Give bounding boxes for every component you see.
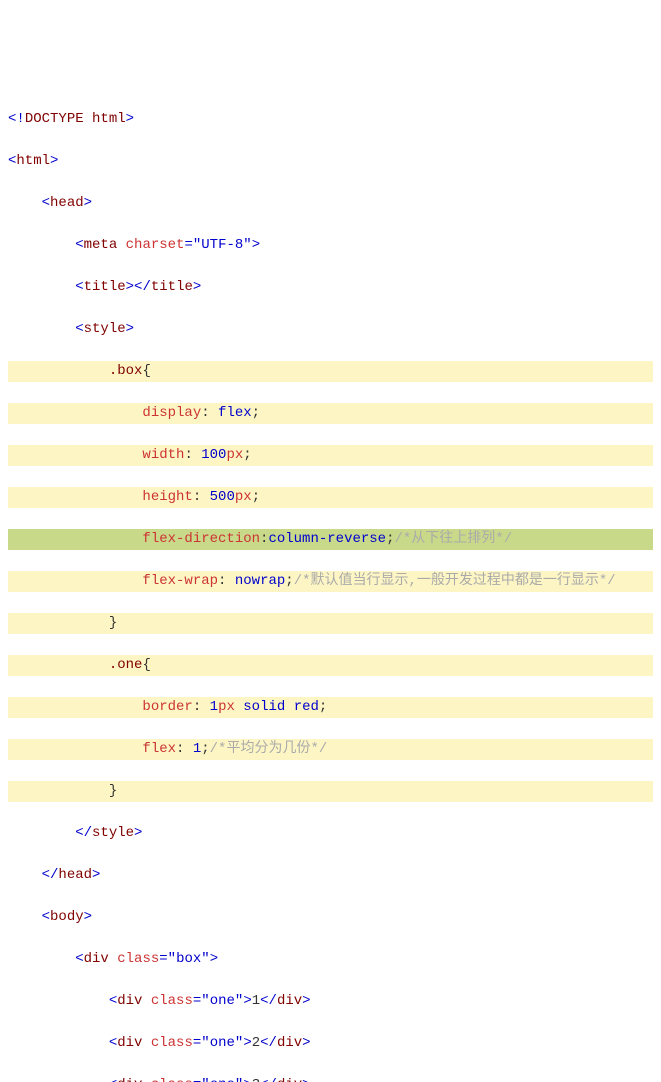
code-line: <div class="box"> — [8, 949, 653, 970]
code-line: <div class="one">1</div> — [8, 991, 653, 1012]
code-line: <head> — [8, 193, 653, 214]
code-line: <div class="one">2</div> — [8, 1033, 653, 1054]
code-line: height: 500px; — [8, 487, 653, 508]
code-line: display: flex; — [8, 403, 653, 424]
code-line: } — [8, 613, 653, 634]
code-line: .one{ — [8, 655, 653, 676]
code-line: border: 1px solid red; — [8, 697, 653, 718]
code-line: <style> — [8, 319, 653, 340]
code-line: .box{ — [8, 361, 653, 382]
code-line: <div class="one">3</div> — [8, 1075, 653, 1082]
code-line: flex: 1;/*平均分为几份*/ — [8, 739, 653, 760]
code-block: <!DOCTYPE html> <html> <head> <meta char… — [8, 88, 653, 1082]
code-line-highlight: flex-direction:column-reverse;/*从下往上排列*/ — [8, 529, 653, 550]
code-line: <!DOCTYPE html> — [8, 109, 653, 130]
code-line: <body> — [8, 907, 653, 928]
code-line: </style> — [8, 823, 653, 844]
code-line: <title></title> — [8, 277, 653, 298]
code-line: <html> — [8, 151, 653, 172]
code-line: flex-wrap: nowrap;/*默认值当行显示,一般开发过程中都是一行显… — [8, 571, 653, 592]
code-line: </head> — [8, 865, 653, 886]
code-line: } — [8, 781, 653, 802]
code-line: width: 100px; — [8, 445, 653, 466]
code-line: <meta charset="UTF-8"> — [8, 235, 653, 256]
